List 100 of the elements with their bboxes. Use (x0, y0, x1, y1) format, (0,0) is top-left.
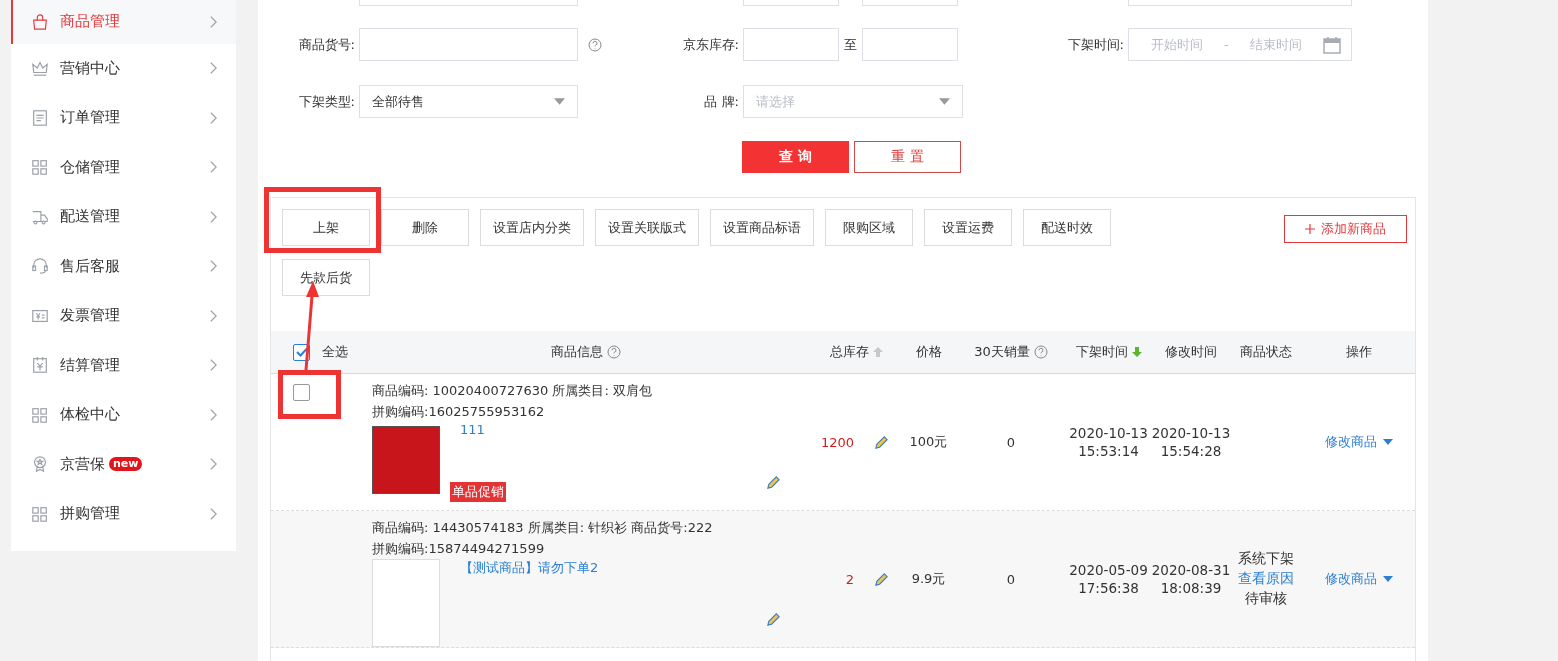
chevron-right-icon (209, 506, 218, 521)
sidebar-item[interactable]: 营销中心 (11, 43, 236, 93)
toolbar-button[interactable]: 设置关联版式 (595, 209, 699, 246)
view-reason-link[interactable]: 查看原因 (1238, 570, 1294, 588)
input-field[interactable] (1128, 0, 1352, 6)
edit-product-dropdown[interactable]: 修改商品 (1325, 433, 1393, 451)
pencil-icon[interactable] (874, 571, 889, 587)
column-header: 修改时间 (1165, 343, 1217, 361)
bag-icon (31, 12, 49, 31)
help-icon[interactable] (1033, 345, 1048, 359)
field-label: 下架类型: (297, 92, 356, 111)
promotion-tag: 单品促销 (450, 482, 506, 502)
end-date-placeholder: 结束时间 (1249, 35, 1302, 54)
input-field[interactable] (743, 0, 839, 6)
sidebar-item[interactable]: 仓储管理 (11, 142, 236, 192)
field-label: 京东库存: (681, 35, 740, 54)
edit-product-dropdown[interactable]: 修改商品 (1325, 570, 1393, 588)
price-value: 100元 (909, 433, 948, 451)
sort-down-icon[interactable] (1131, 347, 1142, 357)
range-separator: - (1224, 37, 1229, 52)
new-badge: new (109, 457, 143, 472)
pencil-icon[interactable] (874, 434, 889, 450)
caret-icon (1383, 439, 1393, 445)
sidebar-item[interactable]: 结算管理 (11, 340, 236, 390)
row-checkbox[interactable] (293, 384, 310, 401)
status-text: 系统下架 (1238, 550, 1294, 568)
query-button[interactable]: 查 询 (742, 141, 849, 173)
stock-min-input[interactable] (743, 28, 839, 61)
offshelf-type-select[interactable]: 全部待售 (359, 85, 578, 118)
sku-input[interactable] (359, 28, 578, 61)
sidebar-item[interactable]: 配送管理 (11, 192, 236, 242)
help-icon[interactable] (588, 37, 602, 52)
column-header: 操作 (1346, 343, 1372, 361)
input-field[interactable] (359, 0, 578, 6)
offshelf-time: 15:53:14 (1078, 443, 1139, 459)
toolbar-button[interactable]: 设置店内分类 (480, 209, 584, 246)
toolbar-button[interactable]: 配送时效 (1023, 209, 1111, 246)
photo-placeholder (372, 426, 440, 494)
toolbar-button[interactable]: 上架 (282, 209, 370, 246)
sidebar-item[interactable]: 订单管理 (11, 93, 236, 143)
chevron-right-icon (209, 259, 218, 274)
stock-value: 1200 (820, 434, 854, 450)
help-icon[interactable] (607, 345, 621, 359)
column-header: 价格 (915, 343, 942, 361)
chevron-right-icon (209, 14, 218, 29)
sidebar-item[interactable]: 拼购管理 (11, 489, 236, 539)
crown-icon (31, 59, 49, 78)
chevron-right-icon (209, 407, 218, 422)
add-product-button[interactable]: 添加新商品 (1284, 215, 1407, 243)
column-header: 总库存 (829, 343, 869, 361)
pencil-icon[interactable] (766, 612, 781, 627)
highlight-frame (278, 370, 341, 419)
field-label: 下架时间: (1066, 35, 1125, 54)
chevron-right-icon (209, 457, 218, 472)
stock-max-input[interactable] (862, 28, 958, 61)
product-code: 商品编码: 14430574183 所属类目: 针织衫 商品货号:222 (372, 519, 714, 537)
input-field[interactable] (862, 0, 958, 6)
modified-date: 2020-08-31 (1151, 562, 1231, 578)
toolbar-button[interactable]: 先款后货 (282, 259, 370, 296)
product-code: 商品编码: 10020400727630 所属类目: 双肩包 (372, 382, 653, 400)
product-title-link[interactable]: 111 (460, 422, 506, 437)
grid-icon (31, 405, 49, 424)
sales-value: 0 (1006, 434, 1016, 450)
group-buy-code: 拼购编码:15874494271599 (372, 540, 546, 558)
stock-value: 2 (845, 571, 854, 587)
sidebar-item[interactable]: 体检中心 (11, 390, 236, 440)
grid-icon (31, 158, 49, 177)
sidebar-item[interactable]: 商品管理 (11, 0, 236, 44)
calendar-icon (31, 356, 49, 375)
column-header: 下架时间 (1075, 343, 1128, 361)
modified-date: 2020-10-13 (1151, 425, 1231, 441)
plus-icon (1305, 224, 1315, 234)
grid-icon (31, 504, 49, 523)
status-text: 待审核 (1245, 590, 1287, 608)
start-date-placeholder: 开始时间 (1151, 35, 1203, 54)
offshelf-date: 2020-10-13 (1069, 425, 1148, 441)
chevron-right-icon (209, 358, 218, 373)
chevron-right-icon (209, 209, 218, 224)
caret-icon (1383, 576, 1393, 582)
toolbar-button[interactable]: 删除 (381, 209, 469, 246)
offshelf-time: 17:56:38 (1078, 580, 1139, 596)
sidebar-item[interactable]: 发票管理 (11, 291, 236, 341)
sidebar-item[interactable]: 京营保 new (11, 439, 236, 489)
reset-button[interactable]: 重 置 (854, 141, 961, 173)
sort-up-icon[interactable] (872, 347, 883, 357)
column-header: 全选 (322, 343, 348, 361)
modified-time: 18:08:39 (1160, 580, 1222, 596)
toolbar-button[interactable]: 限购区域 (825, 209, 913, 246)
product-title-link[interactable]: 【测试商品】请勿下单2 (460, 559, 599, 577)
price-value: 9.9元 (911, 570, 946, 588)
pencil-icon[interactable] (766, 475, 781, 490)
chevron-right-icon (209, 110, 218, 125)
group-buy-code: 拼购编码:16025755953162 (372, 403, 546, 421)
toolbar-button[interactable]: 设置运费 (924, 209, 1012, 246)
column-header: 商品信息 (551, 343, 603, 361)
field-label: 品 牌: (703, 92, 740, 111)
sales-value: 0 (1006, 571, 1016, 587)
toolbar-button[interactable]: 设置商品标语 (710, 209, 814, 246)
sidebar-item[interactable]: 售后客服 (11, 241, 236, 291)
document-icon (31, 108, 49, 127)
